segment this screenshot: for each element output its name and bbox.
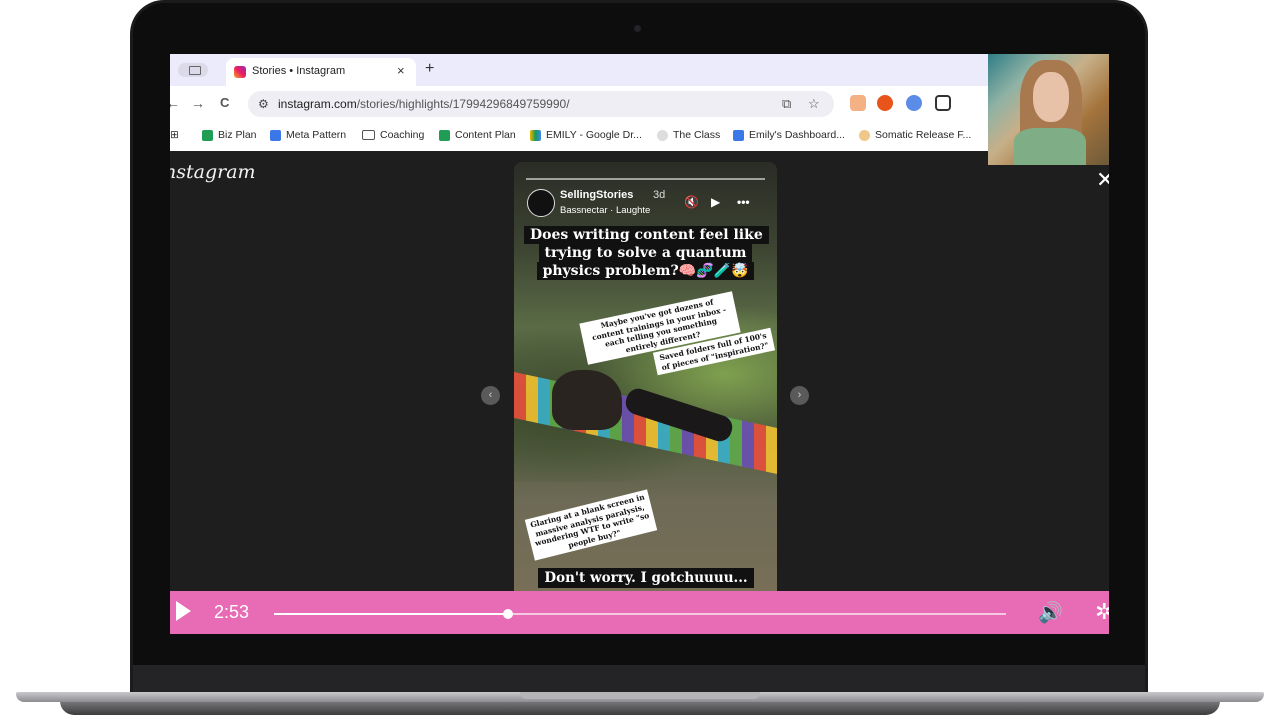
story-username[interactable]: SellingStories — [560, 189, 633, 201]
scrub-progress — [274, 613, 509, 615]
settings-gear-icon[interactable]: ✲ — [1095, 599, 1109, 625]
story-sticker-blank-screen: Glaring at a blank screen in massive ana… — [524, 489, 658, 561]
extension-icon-3[interactable] — [906, 95, 922, 111]
docs-icon — [733, 129, 744, 141]
install-app-icon[interactable]: ⧉ — [782, 96, 791, 112]
bookmark-content-plan[interactable]: Content Plan — [439, 129, 516, 141]
sheets-icon — [202, 129, 213, 141]
bookmark-biz-plan[interactable]: Biz Plan — [202, 129, 257, 141]
extensions-puzzle-icon[interactable] — [935, 95, 951, 111]
previous-story-button[interactable]: ‹ — [481, 386, 500, 405]
bookmark-meta-pattern[interactable]: Meta Pattern — [270, 129, 346, 141]
laptop-base-shadow — [60, 701, 1220, 715]
extension-icon-2[interactable] — [877, 95, 893, 111]
url-path: /stories/highlights/17994296849759990/ — [356, 97, 570, 111]
laptop-chin — [133, 665, 1145, 695]
more-options-icon[interactable]: ••• — [737, 195, 750, 209]
webcam-person-body — [1014, 128, 1086, 165]
link-icon — [657, 129, 668, 141]
tab-groups-icon[interactable] — [178, 63, 208, 77]
bookmark-emilys-dashboard[interactable]: Emily's Dashboard... — [733, 129, 845, 141]
video-player-controls: 2:53 🔊 ✲ — [170, 591, 1109, 634]
story-headline: Does writing content feel like trying to… — [524, 226, 769, 280]
story-viewer[interactable]: SellingStories 3d Bassnectar · Laughte 🔇… — [514, 162, 777, 632]
story-avatar[interactable] — [527, 189, 555, 217]
mute-icon[interactable]: 🔇 — [684, 195, 699, 209]
instagram-stories-page: nstagram ✕ ‹ › SellingStories 3d Bassnec… — [170, 151, 1109, 634]
volume-icon[interactable]: 🔊 — [1038, 600, 1063, 625]
laptop-camera — [634, 25, 641, 32]
story-bottom-caption: Don't worry. I gotchuuuu... — [536, 568, 756, 588]
forward-button[interactable]: → — [191, 95, 205, 111]
close-story-icon[interactable]: ✕ — [1096, 167, 1109, 193]
webcam-person-face — [1033, 72, 1069, 122]
address-url[interactable]: instagram.com/stories/highlights/1799429… — [278, 97, 570, 111]
tab-instagram-stories[interactable]: Stories • Instagram × — [226, 58, 416, 86]
back-button[interactable]: ← — [170, 95, 180, 111]
drive-icon — [530, 129, 541, 141]
story-progress-bar — [526, 178, 765, 180]
laptop-notch — [520, 692, 760, 699]
instagram-favicon-icon — [234, 66, 246, 78]
folder-icon — [362, 130, 375, 140]
webcam-overlay — [988, 54, 1109, 165]
instagram-logo[interactable]: nstagram — [170, 161, 256, 183]
story-timestamp: 3d — [653, 189, 666, 201]
sheets-icon — [439, 129, 450, 141]
tab-title: Stories • Instagram — [252, 65, 346, 77]
new-tab-button[interactable]: + — [425, 60, 434, 78]
bookmark-coaching[interactable]: Coaching — [362, 129, 424, 141]
browser-toolbar: ← → C ⚙ instagram.com/stories/highlights… — [170, 86, 1109, 123]
site-icon — [859, 129, 870, 141]
docs-icon — [270, 129, 281, 141]
reload-button[interactable]: C — [220, 95, 229, 110]
site-settings-icon[interactable]: ⚙ — [258, 97, 269, 111]
url-domain: instagram.com — [278, 97, 357, 111]
video-timecode: 2:53 — [214, 602, 250, 622]
story-music-label[interactable]: Bassnectar · Laughte — [560, 205, 650, 216]
story-person — [552, 370, 622, 430]
tab-close-icon[interactable]: × — [397, 63, 405, 78]
bookmarks-apps-icon[interactable]: ⊞ — [170, 129, 179, 141]
bookmark-emily-google-drive[interactable]: EMILY - Google Dr... — [530, 129, 642, 141]
bookmarks-bar: ⊞ Biz Plan Meta Pattern Coaching Content… — [170, 123, 1109, 152]
play-icon[interactable]: ▶ — [711, 195, 720, 209]
play-button[interactable] — [176, 601, 191, 621]
bookmark-somatic-release[interactable]: Somatic Release F... — [859, 129, 971, 141]
extension-icon-1[interactable] — [850, 95, 866, 111]
laptop-screen: Stories • Instagram × + ← → C ⚙ instagra… — [170, 54, 1109, 634]
address-bar[interactable]: ⚙ instagram.com/stories/highlights/17994… — [248, 91, 834, 117]
scrub-handle[interactable] — [503, 609, 514, 619]
bookmark-the-class[interactable]: The Class — [657, 129, 720, 141]
tab-strip: Stories • Instagram × + — [170, 54, 1109, 86]
bookmark-star-icon[interactable]: ☆ — [808, 96, 820, 112]
next-story-button[interactable]: › — [790, 386, 809, 405]
